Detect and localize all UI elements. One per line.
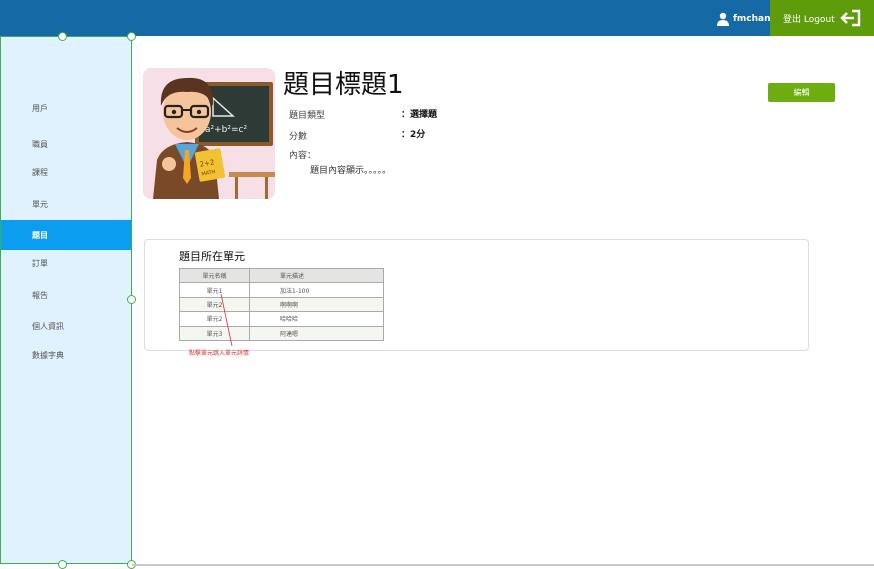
sidebar-item-staff[interactable]: 職員 — [1, 129, 131, 159]
question-detail-page: fmchan 登出 Logout 用戶 職員 課程 單元 題目 訂單 報告 個人… — [0, 0, 874, 569]
sidebar-item-profile[interactable]: 個人資訊 — [1, 311, 131, 341]
table-row[interactable]: 單元1 加法1-100 — [179, 282, 384, 298]
content-label: 內容： — [289, 151, 317, 161]
unit-name-cell[interactable]: 單元2 — [179, 296, 250, 313]
question-type-label: 題目類型 — [289, 111, 326, 121]
logout-arrow-icon — [840, 9, 861, 27]
resize-handle[interactable] — [58, 560, 67, 569]
table-header-row: 單元名稱 單元描述 — [179, 267, 384, 284]
annotation-note: 點擊單元跳入單元詳情 — [189, 350, 250, 357]
unit-description-cell: 哈哈哈 — [249, 311, 384, 327]
resize-handle[interactable] — [58, 32, 67, 41]
edit-button[interactable]: 編輯 — [768, 83, 835, 102]
sidebar-item-users[interactable]: 用戶 — [1, 93, 131, 123]
score-label: 分數 — [289, 132, 308, 142]
bottom-divider — [132, 564, 874, 566]
content-value: 題目內容顯示。。。。。 — [310, 166, 392, 176]
table-row[interactable]: 單元2 哈哈哈 — [179, 311, 384, 327]
teacher-illustration: a²+b²=c² 2+2 MATH — [143, 68, 275, 199]
table-row[interactable]: 單元2 啊啊啊 — [179, 296, 384, 313]
column-header-unit-name: 單元名稱 — [179, 267, 250, 284]
unit-name-cell[interactable]: 單元2 — [179, 311, 250, 327]
unit-name-cell[interactable]: 單元1 — [179, 282, 250, 298]
logout-label: 登出 Logout — [783, 14, 835, 25]
user-icon — [717, 12, 729, 26]
units-table: 單元名稱 單元描述 單元1 加法1-100 單元2 啊啊啊 單元2 哈哈哈 單元… — [179, 267, 384, 341]
logout-button[interactable]: 登出 Logout — [770, 0, 874, 36]
sidebar-item-courses[interactable]: 課程 — [1, 157, 131, 187]
question-type-value: ：選擇題 — [401, 110, 438, 120]
unit-description-cell: 加法1-100 — [249, 282, 384, 298]
svg-text:a²+b²=c²: a²+b²=c² — [205, 125, 247, 135]
column-header-unit-description: 單元描述 — [249, 267, 384, 284]
sidebar-item-reports[interactable]: 報告 — [1, 280, 131, 310]
resize-handle[interactable] — [127, 295, 136, 304]
sidebar-item-data-dictionary[interactable]: 數據字典 — [1, 340, 131, 370]
units-section-title: 題目所在單元 — [179, 250, 245, 263]
user-menu[interactable]: fmchan — [716, 10, 771, 28]
sidebar-item-orders[interactable]: 訂單 — [1, 248, 131, 278]
table-row[interactable]: 單元3 阿達嗯 — [179, 325, 384, 341]
unit-description-cell: 啊啊啊 — [249, 296, 384, 313]
sidebar-item-units[interactable]: 單元 — [1, 189, 131, 219]
unit-name-cell[interactable]: 單元3 — [179, 325, 250, 341]
resize-handle[interactable] — [127, 32, 136, 41]
sidebar-item-questions[interactable]: 題目 — [1, 220, 131, 250]
question-title: 題目標題1 — [283, 70, 404, 100]
unit-description-cell: 阿達嗯 — [249, 325, 384, 341]
username: fmchan — [733, 14, 771, 24]
sidebar: 用戶 職員 課程 單元 題目 訂單 報告 個人資訊 數據字典 — [0, 36, 132, 564]
score-value: ：2分 — [401, 130, 426, 140]
